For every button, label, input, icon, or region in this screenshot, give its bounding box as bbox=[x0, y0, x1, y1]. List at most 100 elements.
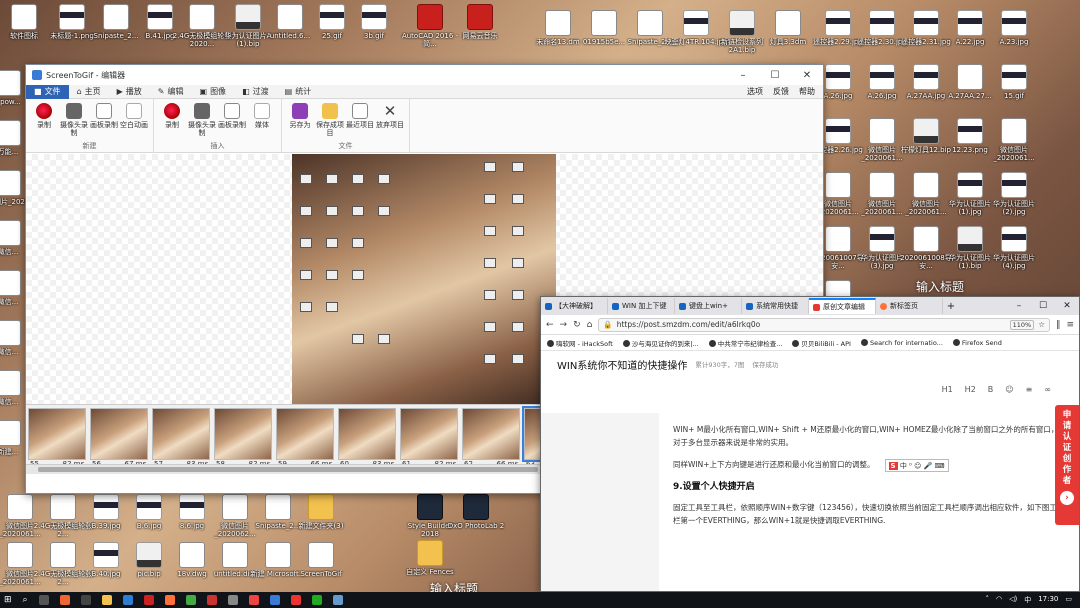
title-bar[interactable]: ScreenToGif - 编辑器 – ☐ ✕ bbox=[26, 65, 823, 85]
desktop-icon[interactable]: 华为认证图片(4).jpg bbox=[982, 224, 1046, 284]
desktop-icon[interactable]: ScreenToGif bbox=[289, 540, 353, 600]
browser-window[interactable]: 【大神破解】 WIN 加上下键 键盘上win+ 系统常用快捷 原创文章编辑 新标… bbox=[540, 296, 1080, 592]
notification-icon[interactable]: ▭ bbox=[1065, 595, 1072, 605]
file-icon bbox=[0, 270, 21, 296]
taskbar-app-icon[interactable] bbox=[122, 595, 133, 605]
bold-button[interactable]: B bbox=[988, 385, 994, 394]
heading2-button[interactable]: H2 bbox=[965, 385, 976, 394]
taskbar-app-icon[interactable] bbox=[332, 595, 343, 605]
new-tab-button[interactable]: + bbox=[943, 301, 959, 312]
desktop-icon-label: 15.gif bbox=[1004, 92, 1024, 100]
bookmark-item[interactable]: 贝贝BiliBili - API bbox=[792, 338, 851, 348]
minimize-button[interactable]: – bbox=[1007, 301, 1031, 311]
taskbar-app-icon[interactable] bbox=[248, 595, 259, 605]
scrollbar-thumb[interactable] bbox=[38, 467, 538, 472]
close-icon: ✕ bbox=[383, 102, 397, 120]
wifi-icon[interactable]: ◠ bbox=[996, 595, 1002, 605]
tab-file[interactable]: ■ 文件 bbox=[26, 84, 69, 99]
firefox-icon[interactable] bbox=[164, 595, 175, 605]
bookmark-item[interactable]: 嗨软网 - iHackSoft bbox=[547, 338, 613, 348]
forward-icon[interactable]: → bbox=[560, 320, 568, 330]
input-method[interactable]: 中 bbox=[1024, 595, 1031, 605]
frame-thumbnail[interactable]: 6266 ms bbox=[462, 408, 520, 472]
close-button[interactable]: ✕ bbox=[791, 70, 823, 81]
taskbar-app-icon[interactable] bbox=[206, 595, 217, 605]
preview-desktop-icon bbox=[484, 194, 496, 204]
wechat-icon[interactable] bbox=[311, 595, 322, 605]
menu-icon[interactable]: ≡ bbox=[1066, 320, 1074, 330]
preview-desktop-icon bbox=[378, 334, 390, 344]
tab-statistics[interactable]: ▤ 统计 bbox=[277, 85, 320, 99]
desktop-icon[interactable]: 网易云音乐 bbox=[448, 2, 512, 62]
article-title[interactable]: WIN系统你不知道的快捷操作 bbox=[557, 357, 687, 372]
bookmark-item[interactable]: 中共常宁市纪律检查... bbox=[708, 338, 782, 348]
minimize-button[interactable]: – bbox=[727, 70, 759, 81]
taskbar-app-icon[interactable] bbox=[290, 595, 301, 605]
file-explorer-icon[interactable] bbox=[101, 595, 112, 605]
heading1-button[interactable]: H1 bbox=[942, 385, 953, 394]
screentogif-icon[interactable] bbox=[269, 595, 280, 605]
frame-thumbnail[interactable]: 5966 ms bbox=[276, 408, 334, 472]
tab-edit[interactable]: ✎ 编辑 bbox=[150, 85, 192, 99]
back-icon[interactable]: ← bbox=[546, 320, 554, 330]
frame-thumbnail[interactable]: 6182 ms bbox=[400, 408, 458, 472]
bookmark-item[interactable]: 沙与海见证你的到来|... bbox=[622, 338, 699, 348]
taskbar-app-icon[interactable] bbox=[59, 595, 70, 605]
library-icon[interactable]: ‖ bbox=[1056, 320, 1061, 330]
group-file: 另存为 保存成项目 最近项目 ✕ 放弃项目 文件 bbox=[282, 99, 410, 152]
browser-tab[interactable]: 新标签页 bbox=[876, 298, 943, 314]
home-icon[interactable]: ⌂ bbox=[587, 320, 593, 330]
taskbar-app-icon[interactable] bbox=[227, 595, 238, 605]
tab-home[interactable]: ⌂ 主页 bbox=[69, 85, 109, 99]
article-content[interactable]: WIN+ M最小化所有窗口,WIN+ Shift + M还原最小化的窗口,WIN… bbox=[659, 413, 1079, 591]
desktop-icon[interactable]: 华为认证图片(2).jpg bbox=[982, 170, 1046, 230]
frame-thumbnail[interactable]: 5783 ms bbox=[152, 408, 210, 472]
taskbar-app-icon[interactable] bbox=[143, 595, 154, 605]
maximize-button[interactable]: ☐ bbox=[759, 70, 791, 81]
close-button[interactable]: ✕ bbox=[1055, 301, 1079, 311]
zoom-indicator[interactable]: 110% bbox=[1009, 319, 1035, 330]
browser-tab[interactable]: 系统常用快捷 bbox=[742, 298, 809, 314]
tab-transition[interactable]: ◧ 过渡 bbox=[234, 85, 277, 99]
board-icon bbox=[224, 103, 240, 119]
bookmark-item[interactable]: Search for internatio... bbox=[860, 338, 943, 347]
link-button[interactable]: ∞ bbox=[1044, 385, 1051, 394]
star-icon[interactable]: ☆ bbox=[1038, 320, 1045, 329]
maximize-button[interactable]: ☐ bbox=[1031, 301, 1055, 311]
desktop-icon[interactable]: 3b.gif bbox=[342, 2, 406, 62]
volume-icon[interactable]: ◁) bbox=[1009, 595, 1017, 605]
chevron-up-icon[interactable]: ˄ bbox=[985, 595, 989, 605]
tab-play[interactable]: ▶ 播放 bbox=[109, 85, 150, 99]
browser-tab[interactable]: 【大神破解】 bbox=[541, 298, 608, 314]
save-status: 保存成功 bbox=[752, 361, 779, 369]
lock-icon: 🔒 bbox=[603, 320, 613, 329]
task-view-icon[interactable] bbox=[38, 595, 49, 605]
desktop-icon[interactable]: A.23.jpg bbox=[982, 8, 1046, 68]
frame-thumbnail[interactable]: 5882 ms bbox=[214, 408, 272, 472]
search-icon[interactable]: ⌕ bbox=[23, 595, 28, 605]
tab-image[interactable]: ▣ 图像 bbox=[192, 85, 235, 99]
help-link[interactable]: 帮助 bbox=[799, 86, 815, 97]
desktop-icon[interactable]: 15.gif bbox=[982, 62, 1046, 122]
taskbar-app-icon[interactable] bbox=[80, 595, 91, 605]
frame-thumbnail[interactable]: 5667 ms bbox=[90, 408, 148, 472]
taskbar-app-icon[interactable] bbox=[185, 595, 196, 605]
url-bar[interactable]: 🔒 https://post.smzdm.com/edit/a6lrkq0o 1… bbox=[598, 317, 1050, 332]
record-icon bbox=[164, 103, 180, 119]
clock[interactable]: 17:30 bbox=[1038, 595, 1058, 605]
bookmark-item[interactable]: Firefox Send bbox=[952, 338, 1002, 347]
apply-creator-button[interactable]: 申请认证创作者 › bbox=[1055, 405, 1079, 525]
reload-icon[interactable]: ↻ bbox=[573, 320, 581, 330]
emoji-button[interactable]: ☺ bbox=[1005, 385, 1013, 394]
start-icon[interactable]: ⊞ bbox=[4, 595, 12, 605]
frame-thumbnail[interactable]: 5582 ms bbox=[28, 408, 86, 472]
desktop-icon[interactable]: 微信图片_2020061... bbox=[982, 116, 1046, 176]
file-icon bbox=[869, 226, 895, 252]
browser-tab[interactable]: 键盘上win+ bbox=[675, 298, 742, 314]
frame-thumbnail[interactable]: 6083 ms bbox=[338, 408, 396, 472]
browser-tab-active[interactable]: 原创文章编辑 bbox=[809, 298, 876, 314]
options-link[interactable]: 选项 bbox=[747, 86, 763, 97]
browser-tab[interactable]: WIN 加上下键 bbox=[608, 298, 675, 314]
list-button[interactable]: ≡ bbox=[1026, 385, 1033, 394]
feedback-link[interactable]: 反馈 bbox=[773, 86, 789, 97]
